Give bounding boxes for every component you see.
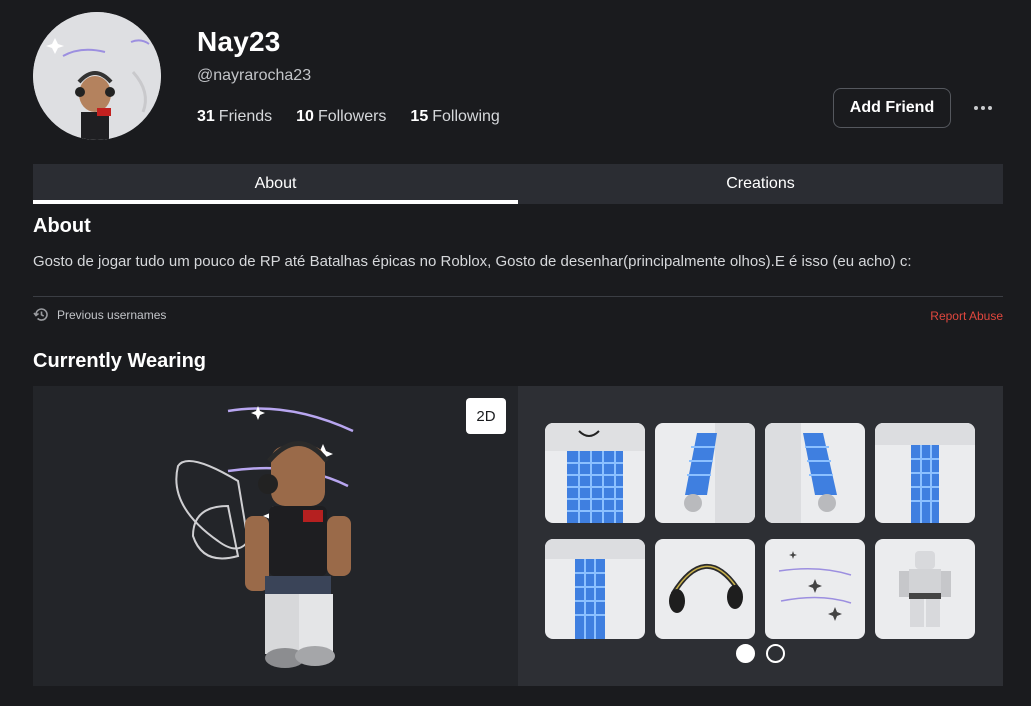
- divider: [33, 296, 1003, 297]
- following-count: 15: [410, 108, 429, 125]
- wearing-item-shirt-torso[interactable]: [545, 423, 645, 523]
- wearing-item-left-leg[interactable]: [875, 423, 975, 523]
- avatar-render: [175, 406, 354, 668]
- add-friend-button[interactable]: Add Friend: [833, 88, 951, 128]
- following-link[interactable]: 15 Following: [410, 108, 499, 126]
- friends-link[interactable]: 31 Friends: [197, 108, 272, 126]
- carousel-page-dot-2[interactable]: [766, 644, 785, 663]
- wearing-item-headphones[interactable]: [655, 539, 755, 639]
- friends-count: 31: [197, 108, 215, 125]
- wearing-item-left-arm[interactable]: [655, 423, 755, 523]
- avatar-3d-view[interactable]: 2D: [33, 386, 518, 686]
- history-icon: [33, 308, 48, 321]
- carousel-page-dot-1[interactable]: [736, 644, 755, 663]
- profile-avatar[interactable]: [33, 12, 161, 140]
- report-abuse-link[interactable]: Report Abuse: [930, 309, 1003, 323]
- about-heading: About: [33, 215, 91, 237]
- about-description: Gosto de jogar tudo um pouco de RP até B…: [33, 253, 912, 270]
- currently-wearing-panel: 2D: [33, 386, 1003, 686]
- username: @nayrarocha23: [197, 67, 312, 84]
- currently-wearing-heading: Currently Wearing: [33, 350, 206, 372]
- wearing-item-sparkles[interactable]: [765, 539, 865, 639]
- wearing-items-carousel: [518, 386, 1003, 686]
- carousel-pagination: [736, 644, 785, 663]
- tab-creations[interactable]: Creations: [518, 164, 1003, 204]
- following-label: Following: [432, 108, 500, 125]
- view-2d-toggle-button[interactable]: 2D: [466, 398, 506, 434]
- friends-label: Friends: [218, 108, 273, 125]
- profile-tabs: About Creations: [33, 164, 1003, 204]
- wearing-item-outfit[interactable]: [875, 539, 975, 639]
- profile-stats: 31 Friends 10 Followers 15 Following: [197, 108, 500, 126]
- tab-about[interactable]: About: [33, 164, 518, 204]
- wearing-items-grid: [545, 423, 975, 639]
- followers-count: 10: [296, 108, 314, 125]
- more-options-icon[interactable]: [968, 98, 998, 118]
- previous-usernames-link[interactable]: Previous usernames: [33, 306, 166, 323]
- display-name: Nay23: [197, 26, 281, 57]
- wearing-item-right-leg[interactable]: [545, 539, 645, 639]
- wearing-item-right-arm[interactable]: [765, 423, 865, 523]
- followers-link[interactable]: 10 Followers: [296, 108, 386, 126]
- previous-usernames-label: Previous usernames: [57, 307, 167, 322]
- followers-label: Followers: [317, 108, 387, 125]
